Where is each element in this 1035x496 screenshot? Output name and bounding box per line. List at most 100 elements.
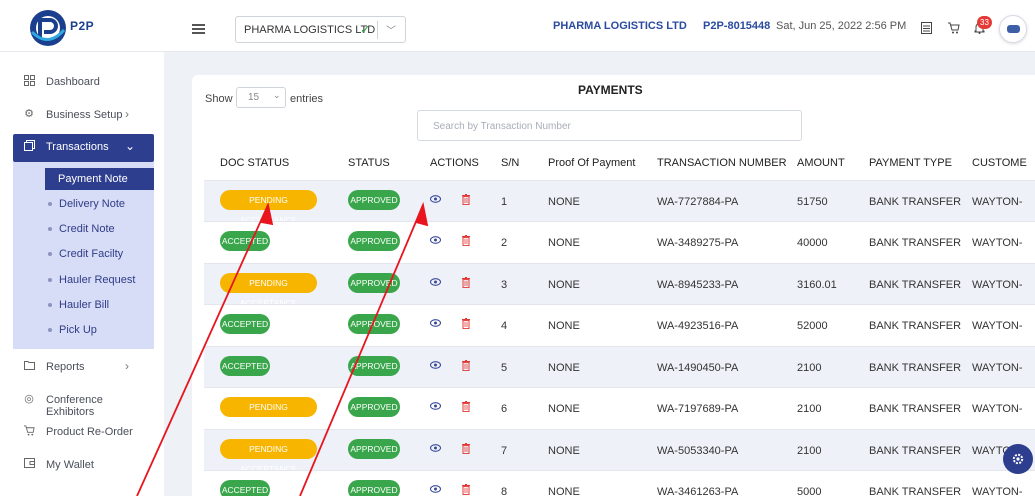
entries-label: entries [290, 93, 324, 105]
chevron-down-icon[interactable]: ﹀ [386, 22, 396, 37]
chevron-right-icon: › [125, 107, 129, 121]
column-header[interactable]: TRANSACTION NUMBER [657, 157, 787, 169]
delete-trash-icon[interactable] [462, 360, 470, 371]
delete-trash-icon[interactable] [462, 194, 470, 205]
cart-icon [23, 425, 35, 437]
amount: 2100 [797, 403, 822, 415]
delete-trash-icon[interactable] [462, 484, 470, 495]
view-eye-icon[interactable] [430, 361, 441, 369]
payment-type: BANK TRANSFER [869, 237, 962, 249]
serial-number: 5 [501, 362, 508, 374]
column-header[interactable]: ACTIONS [430, 157, 479, 169]
delete-trash-icon[interactable] [462, 318, 470, 329]
target-icon: ◎ [24, 393, 34, 405]
column-header[interactable]: DOC STATUS [220, 157, 289, 169]
serial-number: 3 [501, 279, 508, 291]
settings-fab[interactable] [1003, 444, 1033, 474]
menu-toggle-icon[interactable] [192, 24, 205, 34]
search-placeholder: Search by Transaction Number [433, 121, 571, 132]
show-label: Show [205, 93, 233, 105]
sidebar-item-label: Transactions [46, 141, 109, 153]
submenu-item-credit-note[interactable]: Credit Note [45, 218, 154, 240]
payment-type: BANK TRANSFER [869, 445, 962, 457]
payment-type: BANK TRANSFER [869, 486, 962, 496]
table-row: ACCEPTED APPROVED 4 NONE WA-4923516-PA 52000 B… [204, 304, 1035, 345]
delete-trash-icon[interactable] [462, 443, 470, 454]
sidebar-item-label: Business Setup [46, 109, 123, 121]
top-bar: P2P PHARMA LOGISTICS LTD ✓ ﹀ PHARMA LOGI… [0, 0, 1035, 52]
table-row: ACCEPTED APPROVED 5 NONE WA-1490450-PA 2100 BA… [204, 346, 1035, 387]
submenu-item-hauler-request[interactable]: Hauler Request [45, 269, 154, 291]
amount: 2100 [797, 445, 822, 457]
sidebar-item-product-reorder[interactable]: Product Re-Order [13, 419, 154, 447]
p2p-logo[interactable] [28, 8, 68, 48]
proof-of-payment: NONE [548, 320, 580, 332]
transaction-number: WA-1490450-PA [657, 362, 739, 374]
sidebar-item-label: Dashboard [46, 76, 100, 88]
payments-card: Show 15 ⌄ entries PAYMENTS Search by Tra… [192, 75, 1035, 496]
submenu-item-delivery-note[interactable]: Delivery Note [45, 193, 154, 215]
view-eye-icon[interactable] [430, 278, 441, 286]
sidebar-item-my-wallet[interactable]: My Wallet [13, 452, 154, 480]
bullet-icon [48, 303, 52, 307]
submenu-item-pick-up[interactable]: Pick Up [45, 319, 154, 341]
submenu-item-label: Credit Facilty [59, 248, 124, 260]
column-header[interactable]: AMOUNT [797, 157, 845, 169]
view-eye-icon[interactable] [430, 402, 441, 410]
submenu-item-hauler-bill[interactable]: Hauler Bill [45, 294, 154, 316]
transaction-number: WA-8945233-PA [657, 279, 739, 291]
entries-select[interactable]: 15 ⌄ [236, 87, 286, 108]
payment-type: BANK TRANSFER [869, 320, 962, 332]
status-badge: APPROVED [348, 397, 400, 417]
grid-icon [23, 75, 35, 87]
view-eye-icon[interactable] [430, 485, 441, 493]
sidebar-item-reports[interactable]: Reports › [13, 354, 154, 382]
transaction-number: WA-7727884-PA [657, 196, 739, 208]
transaction-number: WA-3489275-PA [657, 237, 739, 249]
user-avatar[interactable] [999, 15, 1027, 43]
view-eye-icon[interactable] [430, 444, 441, 452]
doc-status-badge: ACCEPTED [220, 480, 270, 496]
sidebar-item-dashboard[interactable]: Dashboard [13, 69, 154, 97]
view-eye-icon[interactable] [430, 319, 441, 327]
amount: 40000 [797, 237, 828, 249]
notification-badge: 33 [977, 16, 992, 29]
view-eye-icon[interactable] [430, 195, 441, 203]
chevron-right-icon: › [125, 359, 129, 373]
payment-type: BANK TRANSFER [869, 196, 962, 208]
bullet-icon [48, 227, 52, 231]
doc-status-badge: PENDING ACCEPTANCE [220, 190, 317, 225]
submenu-item-credit-facility[interactable]: Credit Facilty [45, 243, 154, 265]
column-header[interactable]: PAYMENT TYPE [869, 157, 952, 169]
table-header: DOC STATUS STATUS ACTIONS S/N Proof Of P… [204, 155, 1035, 180]
delete-trash-icon[interactable] [462, 401, 470, 412]
status-badge: APPROVED [348, 190, 400, 210]
status-badge: APPROVED [348, 231, 400, 251]
sidebar-item-conference-exhibitors[interactable]: ◎ Conference Exhibitors [13, 387, 154, 418]
proof-of-payment: NONE [548, 362, 580, 374]
chevron-down-icon: ⌄ [125, 139, 136, 153]
search-input[interactable]: Search by Transaction Number [417, 110, 802, 141]
document-icon[interactable] [921, 22, 932, 37]
doc-status-badge: ACCEPTED [220, 314, 270, 334]
submenu-item-payment-note[interactable]: Payment Note [45, 168, 154, 190]
delete-trash-icon[interactable] [462, 277, 470, 288]
organization-select[interactable]: PHARMA LOGISTICS LTD ✓ ﹀ [235, 16, 406, 43]
doc-status-badge: ACCEPTED [220, 231, 270, 251]
submenu-item-label: Delivery Note [59, 198, 126, 210]
view-eye-icon[interactable] [430, 236, 441, 244]
organization-select-value: PHARMA LOGISTICS LTD [244, 24, 376, 36]
column-header[interactable]: CUSTOME [972, 157, 1027, 169]
table-row: PENDING ACCEPTANCE APPROVED 7 NONE WA-505334… [204, 429, 1035, 474]
sidebar-item-transactions[interactable]: Transactions ⌄ [13, 134, 154, 162]
doc-status-badge: PENDING ACCEPTANCE [220, 273, 317, 308]
column-header[interactable]: STATUS [348, 157, 390, 169]
amount: 52000 [797, 320, 828, 332]
customer: WAYTON- [972, 196, 1023, 208]
sidebar-item-business-setup[interactable]: ⚙ Business Setup › [13, 102, 154, 130]
delete-trash-icon[interactable] [462, 235, 470, 246]
column-header[interactable]: Proof Of Payment [548, 157, 635, 169]
proof-of-payment: NONE [548, 196, 580, 208]
column-header[interactable]: S/N [501, 157, 519, 169]
cart-icon[interactable] [948, 22, 960, 37]
